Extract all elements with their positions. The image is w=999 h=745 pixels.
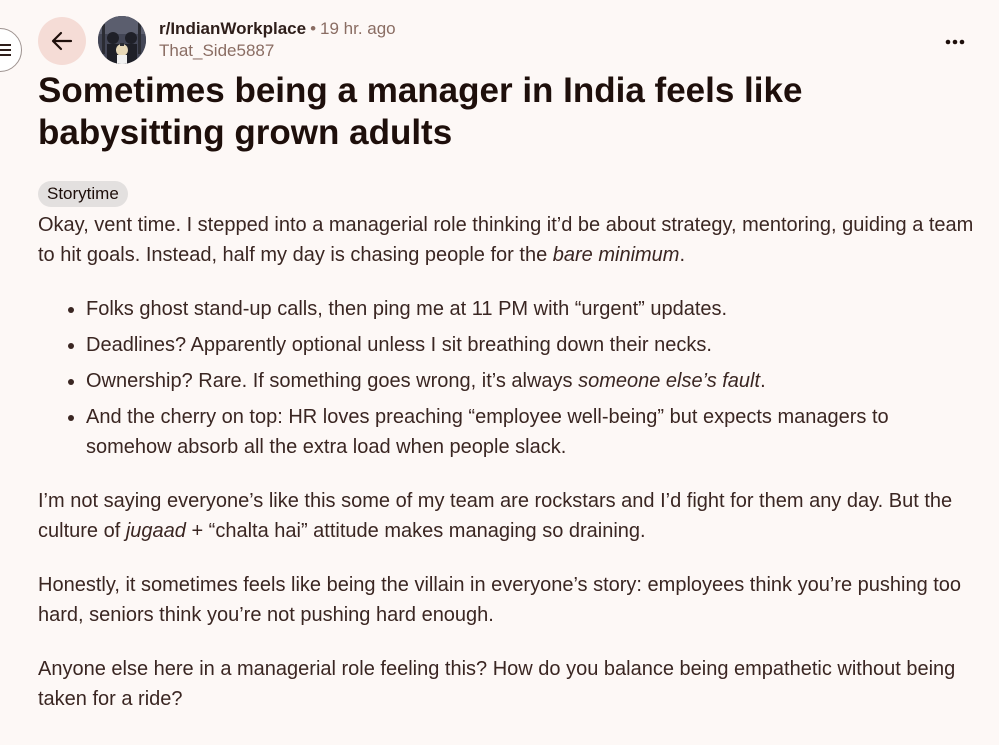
more-options-button[interactable] [939,26,971,58]
post-body: Okay, vent time. I stepped into a manage… [38,210,978,714]
sidebar-toggle-button[interactable] [0,28,22,72]
list-item: Ownership? Rare. If something goes wrong… [86,366,978,396]
body-paragraph-4: Anyone else here in a managerial role fe… [38,658,956,710]
list-item: And the cherry on top: HR loves preachin… [86,402,978,462]
list-item: Deadlines? Apparently optional unless I … [86,330,978,360]
arrow-left-icon [51,31,73,51]
list-item: Folks ghost stand-up calls, then ping me… [86,294,978,324]
post-time: 19 hr. ago [320,19,396,38]
meta-separator: • [310,19,317,38]
post-flair[interactable]: Storytime [38,181,128,207]
body-paragraph-1: Okay, vent time. I stepped into a manage… [38,214,974,266]
author-link[interactable]: That_Side5887 [159,40,396,62]
post-header: r/IndianWorkplace • 19 hr. ago That_Side58… [38,16,971,66]
subreddit-link[interactable]: r/IndianWorkplace [159,19,306,38]
avatar-image [98,16,146,64]
body-paragraph-2: I’m not saying everyone’s like this some… [38,490,953,542]
body-bullet-list: Folks ghost stand-up calls, then ping me… [38,294,978,462]
post-title: Sometimes being a manager in India feels… [38,71,803,152]
ellipsis-icon [945,39,965,45]
body-paragraph-3: Honestly, it sometimes feels like being … [38,574,962,626]
back-button[interactable] [38,17,86,65]
hamburger-icon [0,44,11,56]
subreddit-avatar[interactable] [98,16,146,64]
post-meta: r/IndianWorkplace • 19 hr. ago That_Side58… [159,18,396,62]
